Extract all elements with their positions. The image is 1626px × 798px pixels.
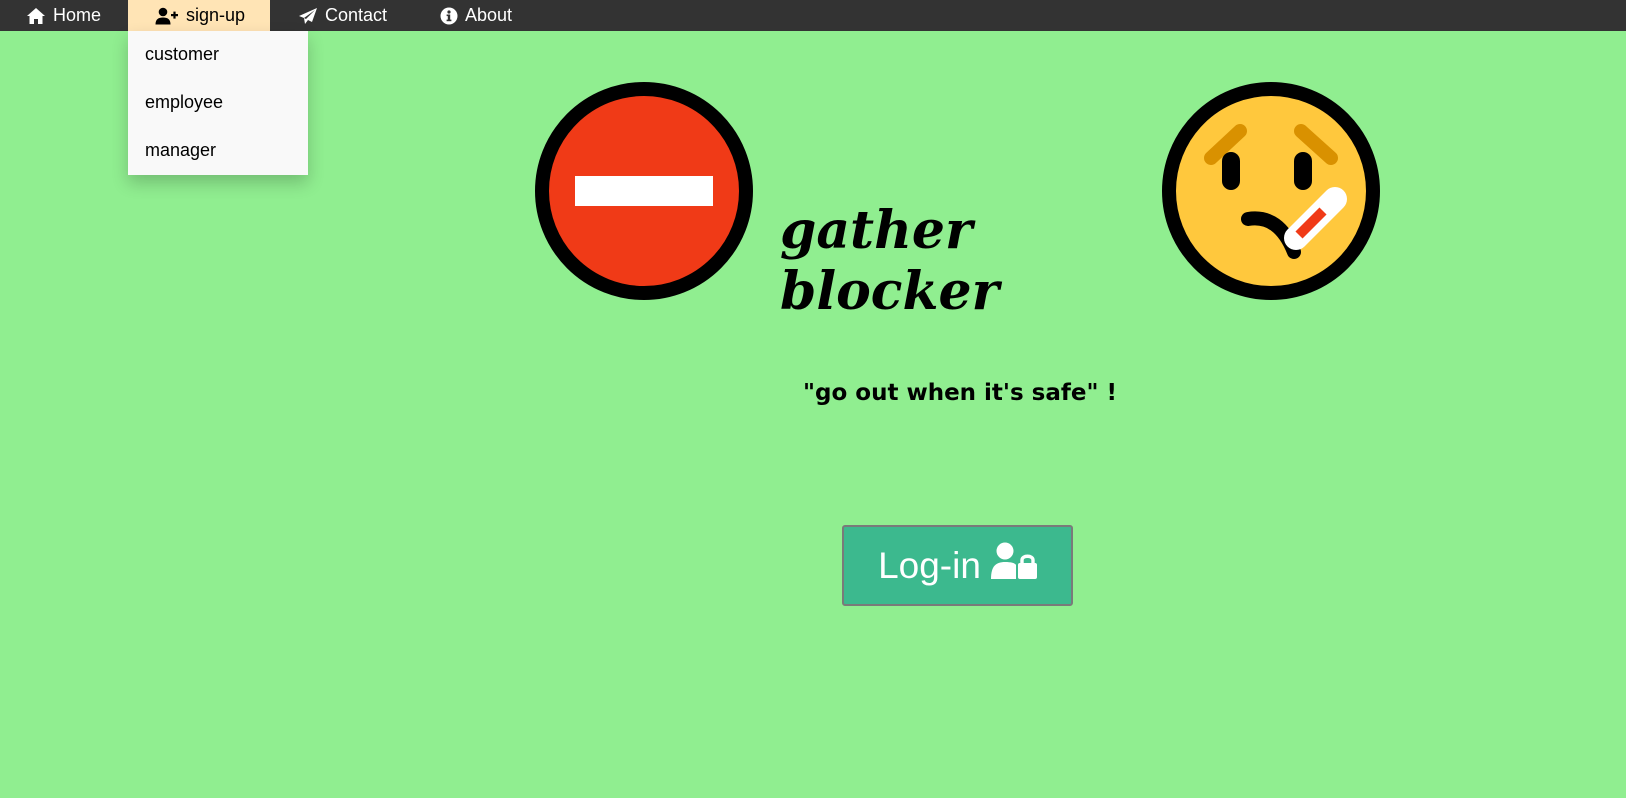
user-lock-icon (990, 542, 1037, 589)
nav-contact[interactable]: Contact (298, 0, 387, 31)
brand-title: gather blocker (780, 200, 999, 322)
face-with-thermometer-icon (1162, 82, 1380, 300)
nav-about[interactable]: About (440, 0, 512, 31)
nav-home[interactable]: Home (26, 0, 101, 31)
nav-home-label: Home (53, 5, 102, 25)
nav-signup[interactable]: sign-up (128, 0, 270, 31)
tagline: "go out when it's safe" ! (803, 380, 1117, 406)
user-plus-icon (155, 7, 179, 25)
info-circle-icon (440, 7, 458, 25)
home-icon (26, 7, 46, 25)
top-navbar: Home sign-up Contact About (0, 0, 1626, 31)
nav-contact-label: Contact (325, 5, 388, 25)
login-button-label: Log-in (878, 544, 981, 586)
dropdown-item-customer[interactable]: customer (145, 44, 219, 65)
paper-plane-icon (298, 7, 318, 25)
nav-signup-label: sign-up (186, 5, 246, 25)
login-button[interactable]: Log-in (842, 525, 1073, 606)
nav-about-label: About (465, 5, 513, 25)
no-entry-icon (535, 82, 753, 300)
dropdown-item-employee[interactable]: employee (145, 92, 223, 113)
dropdown-item-manager[interactable]: manager (145, 140, 216, 161)
signup-dropdown-menu: customer employee manager (128, 31, 308, 175)
